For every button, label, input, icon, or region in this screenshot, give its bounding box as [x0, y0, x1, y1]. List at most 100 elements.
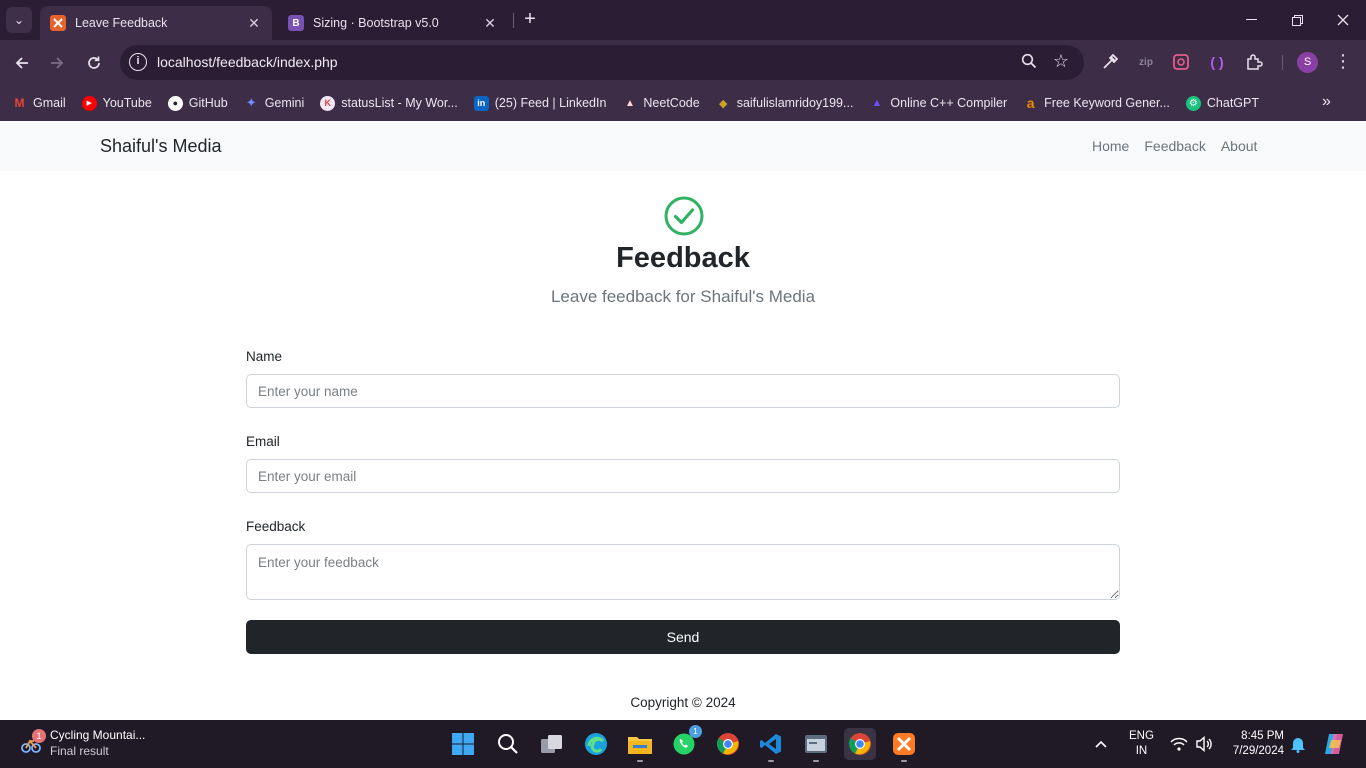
close-tab-icon[interactable]: ✕ [246, 15, 262, 31]
clock-date: 7/29/2024 [1232, 745, 1284, 757]
bookmark-keyword-generator[interactable]: a Free Keyword Gener... [1023, 95, 1170, 111]
network-volume-button[interactable] [1170, 720, 1213, 768]
bookmark-neetcode[interactable]: ▲ NeetCode [622, 96, 700, 111]
bookmark-star-icon[interactable]: ☆ [1053, 51, 1069, 72]
tab-search-button[interactable]: ⌄ [6, 7, 32, 33]
email-input[interactable] [246, 459, 1120, 493]
bookmark-gmail[interactable]: M Gmail [12, 96, 66, 111]
bookmark-label: Online C++ Compiler [890, 96, 1008, 110]
restore-icon [1291, 14, 1303, 26]
input-language-indicator[interactable]: ENG IN [1129, 729, 1154, 759]
browser-menu-icon[interactable]: ⋮ [1334, 51, 1352, 72]
tab-bootstrap-sizing[interactable]: B Sizing · Bootstrap v5.0 ✕ [278, 6, 508, 40]
site-nav-links: Home Feedback About [1092, 138, 1257, 154]
taskbar-chrome-active[interactable] [844, 728, 876, 760]
bookmark-github[interactable]: ● GitHub [167, 95, 228, 111]
address-bar[interactable]: i localhost/feedback/index.php ☆ [120, 45, 1084, 80]
bookmark-label: saifulislamridoy199... [736, 96, 854, 110]
zoom-icon[interactable] [1021, 53, 1037, 74]
widgets-button[interactable]: 1 Cycling Mountai... Final result [20, 728, 145, 758]
taskbar-vscode[interactable] [755, 728, 787, 762]
search-button[interactable] [492, 728, 524, 760]
forward-button[interactable] [43, 49, 71, 77]
tab-leave-feedback[interactable]: Leave Feedback ✕ [40, 6, 272, 40]
task-view-icon [541, 735, 562, 753]
back-button[interactable] [8, 49, 36, 77]
task-view-button[interactable] [536, 728, 568, 760]
bookmark-label: statusList - My Wor... [341, 96, 458, 110]
bookmark-label: ChatGPT [1206, 96, 1260, 110]
page-title: Feedback [616, 242, 750, 274]
clock[interactable]: 8:45 PM 7/29/2024 [1226, 729, 1284, 759]
reload-button[interactable] [80, 49, 108, 77]
start-button[interactable] [447, 728, 479, 760]
bookmark-youtube[interactable]: ▶ YouTube [81, 95, 152, 111]
speaker-icon [1196, 736, 1212, 752]
folder-icon [628, 737, 652, 754]
bookmark-label: YouTube [102, 96, 152, 110]
vscode-icon [760, 734, 781, 754]
widgets-badge: 1 [32, 729, 46, 743]
site-brand[interactable]: Shaiful's Media [100, 136, 222, 157]
taskbar-file-explorer[interactable] [624, 728, 656, 762]
check-circle-icon [664, 196, 704, 236]
screenshot-extension-icon[interactable] [1171, 52, 1191, 72]
site-info-icon[interactable]: i [129, 53, 147, 71]
more-bookmarks-icon[interactable]: » [1322, 93, 1331, 111]
nav-home-link[interactable]: Home [1092, 138, 1129, 154]
taskbar-chrome-pinned[interactable] [712, 728, 744, 760]
bookmark-label: Gmail [33, 96, 66, 110]
minimize-button[interactable] [1228, 0, 1274, 40]
tab-title: Leave Feedback [75, 16, 168, 30]
bookmark-statuslist[interactable]: KstatusList - My Wor... [320, 95, 458, 111]
tab-title: Sizing · Bootstrap v5.0 [313, 16, 439, 30]
feedback-textarea[interactable] [246, 544, 1120, 600]
neetcode-icon: ▲ [624, 97, 635, 109]
close-icon [1337, 14, 1349, 26]
chrome-icon [848, 733, 871, 755]
taskbar-terminal[interactable] [800, 728, 832, 762]
browser-toolbar: i localhost/feedback/index.php ☆ zip ( )… [0, 40, 1366, 85]
taskbar-xampp[interactable] [888, 728, 920, 762]
copilot-button[interactable] [1322, 720, 1346, 768]
bookmark-label: GitHub [188, 96, 228, 110]
name-input[interactable] [246, 374, 1120, 408]
language-code: ENG [1129, 730, 1154, 742]
bookmark-chatgpt[interactable]: ⚙ ChatGPT [1185, 95, 1260, 111]
nav-feedback-link[interactable]: Feedback [1144, 138, 1205, 154]
bookmark-label: NeetCode [643, 96, 700, 110]
bookmark-label: (25) Feed | LinkedIn [494, 96, 607, 110]
github-icon: ● [167, 95, 183, 111]
eyedropper-extension-icon[interactable] [1100, 52, 1120, 72]
compiler-icon: ▲ [871, 97, 883, 109]
new-tab-button[interactable]: + [519, 9, 541, 31]
bookmark-profile[interactable]: ◆ saifulislamridoy199... [716, 96, 854, 111]
toolbar-separator [1282, 55, 1283, 70]
url-text[interactable]: localhost/feedback/index.php [157, 54, 338, 70]
extensions-puzzle-icon[interactable] [1244, 52, 1264, 72]
bookmark-gemini[interactable]: ✦ Gemini [244, 95, 305, 111]
xampp-icon [893, 733, 915, 755]
code-extension-icon[interactable]: ( ) [1207, 52, 1227, 72]
cyclist-icon: 1 [20, 729, 46, 754]
whatsapp-badge: 1 [689, 725, 702, 738]
send-button[interactable]: Send [246, 620, 1120, 654]
bookmarks-bar: M Gmail ▶ YouTube ● GitHub ✦ Gemini KstatusL… [0, 85, 1366, 121]
close-window-button[interactable] [1320, 0, 1366, 40]
edge-icon [585, 733, 607, 755]
nav-about-link[interactable]: About [1221, 138, 1258, 154]
chrome-icon [716, 733, 739, 755]
show-hidden-icons-button[interactable] [1095, 720, 1107, 768]
restore-button[interactable] [1274, 0, 1320, 40]
taskbar-whatsapp[interactable]: 1 [668, 725, 702, 760]
chevron-up-icon [1095, 740, 1107, 748]
notifications-button[interactable] [1290, 720, 1306, 768]
widget-subtitle: Final result [50, 744, 109, 758]
bookmark-cpp-compiler[interactable]: ▲ Online C++ Compiler [869, 96, 1007, 111]
close-tab-icon[interactable]: ✕ [482, 15, 498, 31]
zip-extension-icon[interactable]: zip [1136, 52, 1156, 72]
taskbar-edge[interactable] [580, 728, 612, 760]
bookmark-linkedin[interactable]: in (25) Feed | LinkedIn [473, 95, 607, 111]
profile-avatar[interactable]: S [1297, 52, 1318, 73]
tab-separator [513, 13, 514, 28]
